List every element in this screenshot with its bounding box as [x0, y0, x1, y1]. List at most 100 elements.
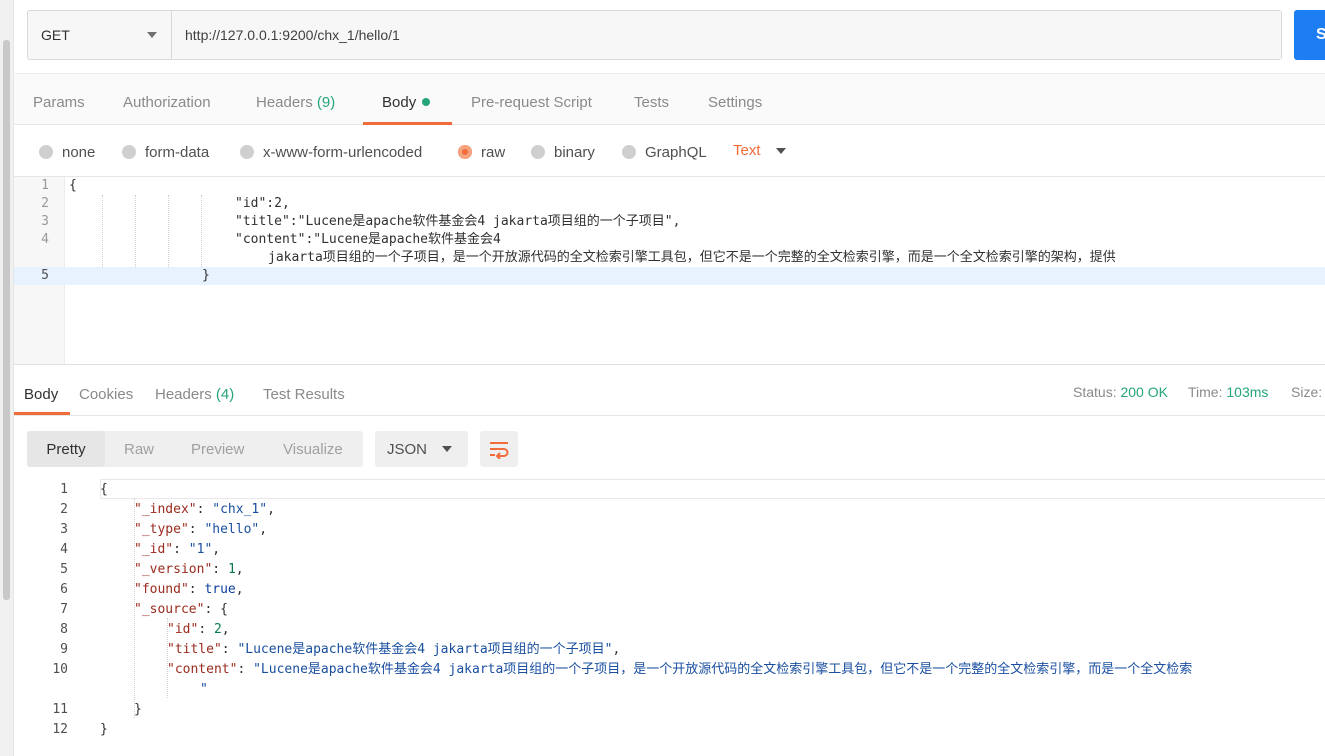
json-string: "hello" — [204, 522, 260, 537]
response-line: 7 "_source": { — [14, 600, 1325, 620]
time-value[interactable]: 103ms — [1226, 384, 1268, 400]
radio-circle-icon — [122, 145, 136, 159]
chevron-down-icon — [775, 147, 786, 154]
response-size: Size: — [1291, 384, 1322, 400]
line-code: } — [202, 268, 210, 283]
json-string: "chx_1" — [212, 502, 268, 517]
tab-label: Settings — [708, 94, 763, 111]
method-select[interactable]: GET — [28, 11, 172, 59]
modified-dot-icon — [422, 98, 431, 106]
tab-label: Test Results — [263, 386, 345, 403]
tab-settings[interactable]: Settings — [708, 74, 762, 125]
editor-line-wrapped: jakarta项目组的一个子项目，是一个开放源代码的全文检索引擎工具包，但它不是… — [14, 249, 1325, 267]
wrap-lines-button[interactable] — [480, 431, 518, 467]
json-key: "found" — [134, 582, 189, 597]
line-number: 12 — [52, 722, 68, 737]
line-number: 11 — [52, 702, 68, 717]
editor-line: 3 "title":"Lucene是apache软件基金会4 jakarta项目组… — [14, 213, 1325, 231]
line-code: { — [69, 178, 77, 193]
json-key: "content" — [167, 662, 238, 677]
line-number: 2 — [41, 196, 49, 211]
radio-none[interactable]: none — [39, 141, 95, 163]
status-value[interactable]: 200 OK — [1120, 384, 1167, 400]
response-line: 9 "title": "Lucene是apache软件基金会4 jakarta项目… — [14, 640, 1325, 660]
radio-circle-icon — [240, 145, 254, 159]
scrollbar-thumb[interactable] — [3, 40, 10, 600]
radio-label: none — [62, 143, 96, 161]
send-button[interactable]: S — [1294, 10, 1325, 60]
radio-circle-icon — [39, 145, 53, 159]
radio-graphql[interactable]: GraphQL — [622, 141, 707, 163]
tab-authorization[interactable]: Authorization — [123, 74, 211, 125]
url-input[interactable]: http://127.0.0.1:9200/chx_1/hello/1 — [172, 11, 1281, 59]
response-line: 10 "content": "Lucene是apache软件基金会4 jakart… — [14, 660, 1325, 680]
line-number: 9 — [60, 642, 68, 657]
radio-x-www-form-urlencoded[interactable]: x-www-form-urlencoded — [240, 141, 422, 163]
headers-count: (9) — [316, 94, 336, 111]
tab-label: Headers — [155, 386, 212, 403]
json-key: "id" — [167, 622, 199, 637]
editor-line: 2 "id":2, — [14, 195, 1325, 213]
radio-form-data[interactable]: form-data — [122, 141, 209, 163]
line-number: 10 — [52, 662, 68, 677]
json-key: "_index" — [134, 502, 197, 517]
tab-headers[interactable]: Headers (9) — [256, 74, 335, 125]
line-code: jakarta项目组的一个子项目，是一个开放源代码的全文检索引擎工具包，但它不是… — [268, 250, 1116, 265]
tab-label: Tests — [634, 94, 670, 111]
line-number: 8 — [60, 622, 68, 637]
response-format-select[interactable]: JSON — [375, 431, 468, 467]
json-number: 2 — [213, 622, 222, 637]
tab-label: Body — [24, 386, 59, 403]
time-label: Time: — [1188, 384, 1223, 400]
line-code: { — [100, 482, 108, 497]
radio-label: x-www-form-urlencoded — [263, 143, 423, 161]
editor-line: 4 "content":"Lucene是apache软件基金会4 — [14, 231, 1325, 249]
radio-label: binary — [554, 143, 595, 161]
json-boolean: true — [204, 582, 236, 597]
response-tabs: Body Cookies Headers (4) Test Results St… — [14, 372, 1325, 416]
size-label: Size: — [1291, 384, 1323, 400]
view-raw-button[interactable]: Raw — [124, 431, 154, 467]
tab-body[interactable]: Body — [363, 74, 452, 125]
radio-selected-icon — [458, 145, 472, 159]
tab-pre-request-script[interactable]: Pre-request Script — [471, 74, 592, 125]
radio-circle-icon — [531, 145, 545, 159]
format-label: JSON — [387, 440, 428, 458]
window-scrollbar[interactable] — [0, 0, 14, 756]
tab-response-headers[interactable]: Headers (4) — [155, 372, 234, 415]
raw-format-select[interactable]: Text — [733, 142, 786, 159]
radio-binary[interactable]: binary — [531, 141, 595, 163]
response-line-wrapped: " — [14, 680, 1325, 700]
line-number: 2 — [60, 502, 68, 517]
response-status: Status: 200 OK — [1073, 384, 1168, 400]
json-string: "Lucene是apache软件基金会4 jakarta项目组的一个子项目，是一… — [253, 662, 1193, 677]
active-tab-indicator — [14, 412, 70, 415]
status-label: Status: — [1073, 384, 1117, 400]
view-pretty-button[interactable]: Pretty — [27, 431, 105, 467]
tab-label: Cookies — [79, 386, 134, 403]
view-visualize-button[interactable]: Visualize — [283, 431, 343, 467]
tab-cookies[interactable]: Cookies — [79, 372, 133, 415]
line-code: "title":"Lucene是apache软件基金会4 jakarta项目组的… — [235, 214, 681, 229]
response-line: 3 "_type": "hello", — [14, 520, 1325, 540]
line-number: 4 — [60, 542, 68, 557]
line-number: 3 — [41, 214, 49, 229]
json-key: "_version" — [134, 562, 213, 577]
view-preview-button[interactable]: Preview — [191, 431, 244, 467]
tab-label: Headers — [256, 94, 313, 111]
line-code: "content":"Lucene是apache软件基金会4 — [235, 232, 501, 247]
headers-count: (4) — [215, 386, 235, 403]
tab-response-body[interactable]: Body — [14, 372, 70, 415]
radio-raw[interactable]: raw — [458, 141, 505, 163]
tab-params[interactable]: Params — [33, 74, 85, 125]
line-number: 6 — [60, 582, 68, 597]
tab-label: Params — [33, 94, 85, 111]
tab-tests[interactable]: Tests — [634, 74, 669, 125]
active-tab-indicator — [363, 122, 452, 125]
tab-test-results[interactable]: Test Results — [263, 372, 345, 415]
radio-label: GraphQL — [645, 143, 707, 161]
editor-line: 1{ — [14, 177, 1325, 195]
request-body-editor[interactable]: 1{ 2 "id":2, 3 "title":"Lucene是apache软件基金会… — [14, 176, 1325, 365]
response-body-viewer[interactable]: 1{ 2 "_index": "chx_1", 3 "_type": "hello"… — [14, 478, 1325, 756]
chevron-down-icon — [147, 32, 157, 38]
